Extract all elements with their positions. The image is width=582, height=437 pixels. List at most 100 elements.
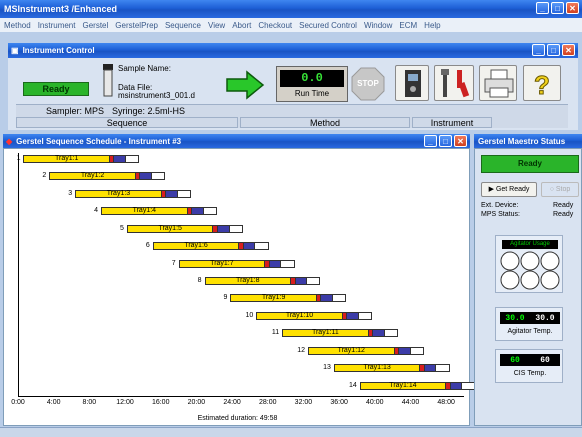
menu-item-ecm[interactable]: ECM — [399, 21, 417, 30]
tab-method[interactable]: Method — [240, 117, 410, 128]
window-icon: ▣ — [11, 46, 19, 55]
menu-item-view[interactable]: View — [208, 21, 225, 30]
row-index-label: 2 — [42, 172, 47, 180]
x-tick-label: 24:00 — [223, 399, 241, 406]
cis-temp-display: 60 60 — [500, 354, 560, 366]
print-button[interactable] — [479, 65, 517, 101]
tab-sequence[interactable]: Sequence — [16, 117, 238, 128]
svg-text:?: ? — [534, 70, 550, 100]
start-run-arrow-icon[interactable] — [225, 70, 265, 100]
maximize-icon[interactable]: □ — [551, 2, 564, 14]
maximize-icon[interactable]: □ — [439, 135, 452, 147]
gantt-bar[interactable]: Tray1:2 — [49, 172, 136, 181]
menu-item-sequence[interactable]: Sequence — [165, 21, 201, 30]
agitator-temp-display: 30.0 30.0 — [500, 312, 560, 324]
run-time-box: 0.0 Run Time — [276, 66, 348, 102]
row-index-label: 1 — [16, 155, 21, 162]
gantt-bar[interactable]: Tray1:7 — [178, 259, 266, 268]
minimize-icon[interactable]: _ — [532, 44, 545, 56]
gantt-segment-white — [357, 311, 373, 320]
instrument-icon — [405, 70, 421, 97]
gantt-bar[interactable]: Tray1:3 — [75, 189, 162, 198]
app-title-bar: MSInstrument3 /Enhanced _ □ ✕ — [0, 0, 582, 18]
gantt-bar[interactable]: Tray1:1 — [23, 155, 110, 163]
gantt-segment-white — [435, 364, 450, 373]
gantt-bar[interactable]: Tray1:5 — [126, 224, 214, 233]
x-tick-label: 40:00 — [366, 399, 384, 406]
row-index-label: 13 — [323, 364, 331, 372]
menu-item-gerstel[interactable]: Gerstel — [82, 21, 108, 30]
agitator-temp-box: 30.0 30.0 Agitator Temp. — [495, 307, 563, 341]
plot-area: 1 Tray1:1 2 Tray1:2 3 Tray1:3 4 Tray1:4 5 Tray1:5… — [17, 153, 476, 397]
cis-temp-label: CIS Temp. — [513, 370, 547, 377]
row-index-label: 12 — [297, 346, 305, 354]
gantt-bar[interactable]: Tray1:6 — [152, 242, 240, 251]
gerstel-logo-icon: ◆ — [6, 136, 13, 146]
maximize-icon[interactable]: □ — [547, 44, 560, 56]
gantt-bar[interactable]: Tray1:14 — [359, 381, 447, 390]
stop-button[interactable]: STOP — [351, 67, 385, 101]
help-icon: ? — [534, 70, 551, 101]
agitator-actual: 30.0 — [505, 313, 525, 323]
tools-button[interactable] — [434, 65, 474, 101]
vial-icon — [101, 64, 115, 97]
instrument-panel-button[interactable] — [395, 65, 429, 101]
menu-item-abort[interactable]: Abort — [232, 21, 251, 30]
menu-item-window[interactable]: Window — [364, 21, 392, 30]
stop-circle-icon: ○ — [549, 186, 554, 193]
x-tick-label: 48:00 — [437, 399, 455, 406]
maestro-title-bar: Gerstel Maestro Status — [474, 134, 582, 148]
row-index-label: 6 — [145, 242, 150, 250]
maestro-status-indicator: Ready — [481, 155, 579, 173]
ext-device-value: Ready — [553, 202, 574, 209]
close-icon[interactable]: ✕ — [566, 2, 579, 14]
instrument-control-panel: Ready Sample Name: Data File: msinstrume… — [8, 58, 578, 130]
agitator-usage-box: Agitator Usage — [495, 235, 563, 293]
gantt-bar[interactable]: Tray1:10 — [256, 311, 343, 320]
gantt-bar[interactable]: Tray1:11 — [282, 329, 369, 338]
get-ready-button[interactable]: ▶ Get Ready — [481, 182, 537, 197]
ready-status-indicator: Ready — [23, 82, 89, 96]
gantt-bar[interactable]: Tray1:12 — [308, 346, 395, 355]
cis-actual: 60 — [510, 355, 520, 365]
menu-bar: Method Instrument Gerstel GerstelPrep Sequen… — [0, 18, 582, 32]
row-index-label: 11 — [271, 329, 280, 337]
tab-instrument[interactable]: Instrument — [412, 117, 492, 128]
gantt-segment-white — [228, 224, 243, 233]
gantt-bar[interactable]: Tray1:9 — [230, 294, 317, 303]
stop-label: STOP — [357, 79, 379, 88]
instrument-control-title-bar: ▣ Instrument Control _ □ ✕ — [8, 43, 578, 58]
menu-item-secured-control[interactable]: Secured Control — [299, 21, 357, 30]
menu-item-checkout[interactable]: Checkout — [258, 21, 292, 30]
menu-item-gerstelprep[interactable]: GerstelPrep — [115, 21, 158, 30]
minimize-icon[interactable]: _ — [536, 2, 549, 14]
maestro-stop-button[interactable]: ○ Stop — [541, 182, 579, 197]
x-tick-label: 28:00 — [258, 399, 277, 406]
estimated-duration: Estimated duration: 49:58 — [197, 415, 278, 422]
menu-item-instrument[interactable]: Instrument — [38, 21, 76, 30]
minimize-icon[interactable]: _ — [424, 135, 437, 147]
row-index-label: 4 — [94, 207, 99, 215]
run-time-label: Run Time — [294, 89, 330, 98]
ext-device-label: Ext. Device: — [481, 202, 519, 209]
maestro-panel: Ready ▶ Get Ready ○ Stop Ext. Device: Re… — [474, 148, 582, 426]
x-tick-label: 44:00 — [401, 399, 420, 406]
instrument-control-title: Instrument Control — [22, 46, 95, 55]
x-tick-label: 32:00 — [294, 399, 313, 406]
agitator-setpoint: 30.0 — [535, 313, 555, 323]
row-index-label: 8 — [197, 277, 202, 284]
gantt-segment-white — [409, 346, 424, 355]
schedule-title-bar: ◆ Gerstel Sequence Schedule - Instrument… — [3, 134, 470, 148]
schedule-title: Gerstel Sequence Schedule - Instrument #… — [16, 136, 182, 146]
help-button[interactable]: ? — [523, 65, 561, 101]
gantt-bar[interactable]: Tray1:4 — [101, 207, 188, 216]
play-icon: ▶ — [488, 186, 494, 193]
close-icon[interactable]: ✕ — [454, 135, 467, 147]
row-index-label: 5 — [120, 224, 124, 232]
app-title: MSInstrument3 /Enhanced — [4, 4, 118, 14]
gantt-bar[interactable]: Tray1:8 — [204, 277, 292, 285]
menu-item-method[interactable]: Method — [4, 21, 31, 30]
gantt-bar[interactable]: Tray1:13 — [333, 364, 421, 373]
menu-item-help[interactable]: Help — [424, 21, 440, 30]
close-icon[interactable]: ✕ — [562, 44, 575, 56]
